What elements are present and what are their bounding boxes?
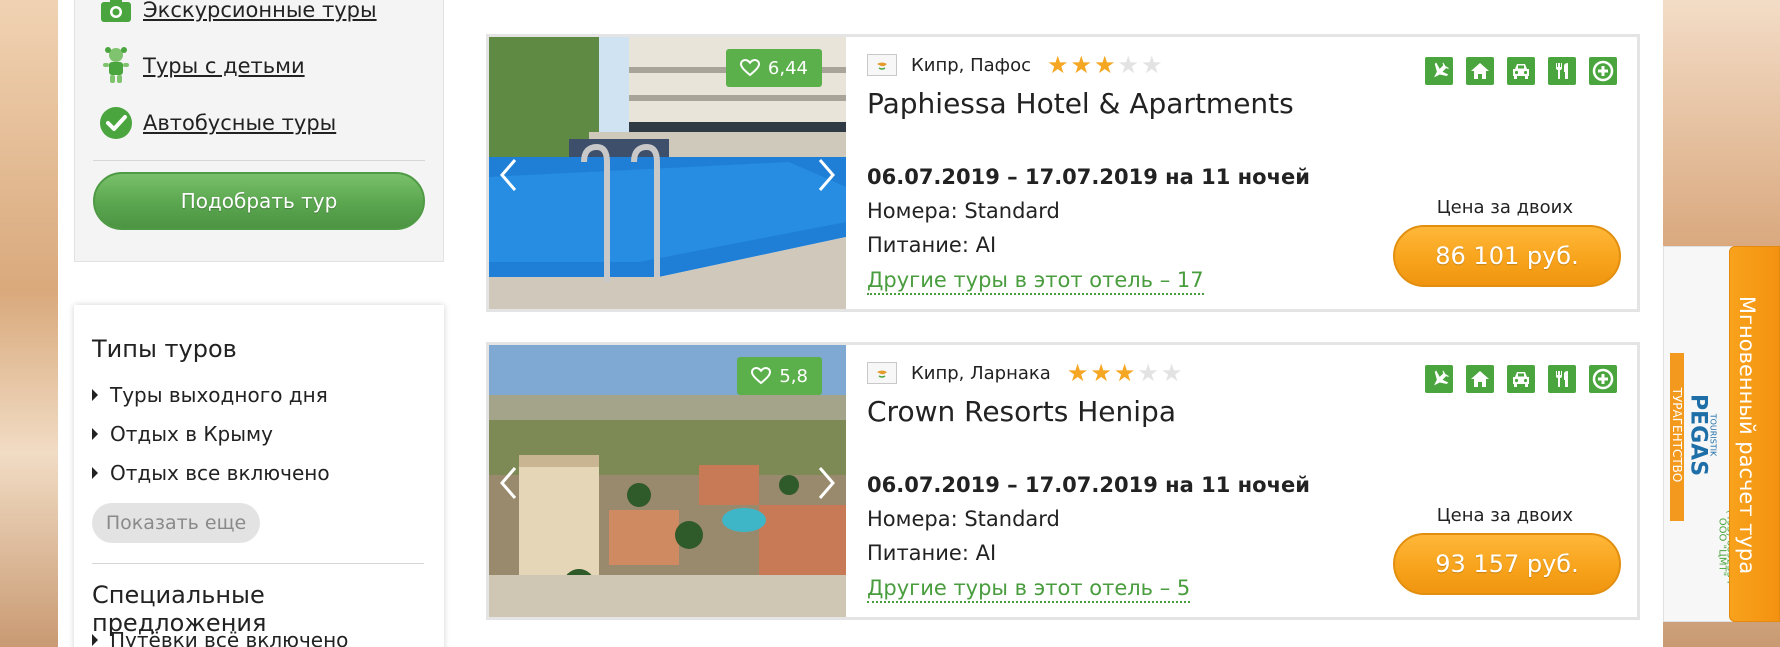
chevron-left-icon xyxy=(500,467,517,499)
meal-plan: Питание: AI xyxy=(867,233,997,257)
price-button[interactable]: 93 157 руб. xyxy=(1393,533,1621,595)
tour-types-box: Типы туров Туры выходного дня Отдых в Кр… xyxy=(74,305,444,647)
hotel-location: Кипр, Пафос ★ ★ ★ ★ ★ xyxy=(867,53,1163,77)
agency-banner: ТУРАГЕНТСТВО PEGAS TOURISTIK ООО "ЦМТ" (… xyxy=(1663,246,1736,622)
car-icon xyxy=(1507,57,1535,85)
meal-plan: Питание: AI xyxy=(867,541,997,565)
star-rating: ★ ★ ★ ★ ★ xyxy=(1067,361,1183,385)
tour-dates: 06.07.2019 – 17.07.2019 на 11 ночей xyxy=(867,473,1310,497)
triangle-icon xyxy=(92,389,98,401)
divider xyxy=(93,160,425,161)
hotel-info: Кипр, Пафос ★ ★ ★ ★ ★ Paphiessa Hotel & … xyxy=(867,37,1637,309)
hotel-card: 6,44 Кипр, Пафос ★ ★ ★ ★ ★ Paphiessa Hot… xyxy=(486,34,1640,312)
cyprus-flag-icon xyxy=(867,362,897,384)
price-label: Цена за двоих xyxy=(1436,197,1573,218)
hotel-photo[interactable]: 6,44 xyxy=(489,37,846,309)
rating-value: 5,8 xyxy=(779,365,808,387)
sidebar-item-label[interactable]: Автобусные туры xyxy=(143,111,336,135)
location-text: Кипр, Ларнака xyxy=(911,362,1051,384)
pick-tour-button[interactable]: Подобрать тур xyxy=(93,172,425,230)
cyprus-flag-icon xyxy=(867,54,897,76)
rating-value: 6,44 xyxy=(767,57,808,79)
star-icon: ★ xyxy=(1066,359,1089,387)
child-icon xyxy=(99,47,133,83)
tour-type-link[interactable]: Отдых все включено xyxy=(92,461,330,485)
amenity-icons xyxy=(1425,365,1617,393)
tour-type-link[interactable]: Отдых в Крыму xyxy=(92,422,273,446)
house-icon xyxy=(1466,365,1494,393)
camera-icon xyxy=(99,0,133,27)
heart-icon xyxy=(739,59,760,77)
divider xyxy=(92,563,424,564)
special-offer-link[interactable]: Путёвки всё включено xyxy=(92,628,348,647)
instant-calc-label: Мгновенный расчет тура xyxy=(1735,295,1759,575)
sidebar-item-kids[interactable]: Туры с детьми xyxy=(99,46,305,86)
tour-types-heading: Типы туров xyxy=(92,335,237,363)
plus-icon xyxy=(1589,365,1617,393)
hotel-info: Кипр, Ларнака ★ ★ ★ ★ ★ Crown Resorts He… xyxy=(867,345,1637,617)
star-icon: ★ xyxy=(1137,359,1159,387)
price-button[interactable]: 86 101 руб. xyxy=(1393,225,1621,287)
rating-badge[interactable]: 5,8 xyxy=(737,357,822,395)
chevron-right-icon xyxy=(818,159,835,191)
star-icon: ★ xyxy=(1160,359,1183,387)
star-rating: ★ ★ ★ ★ ★ xyxy=(1047,53,1163,77)
chevron-left-icon xyxy=(500,159,517,191)
next-photo-arrow[interactable] xyxy=(812,155,842,195)
tour-type-link[interactable]: Туры выходного дня xyxy=(92,383,328,407)
star-icon: ★ xyxy=(1070,51,1093,79)
instant-calc-tab[interactable]: Мгновенный расчет тура xyxy=(1729,246,1780,622)
tour-dates: 06.07.2019 – 17.07.2019 на 11 ночей xyxy=(867,165,1310,189)
chevron-right-icon xyxy=(818,467,835,499)
amenity-icons xyxy=(1425,57,1617,85)
hotel-card: 5,8 Кипр, Ларнака ★ ★ ★ ★ ★ Crown Resort… xyxy=(486,342,1640,620)
star-icon: ★ xyxy=(1141,51,1163,79)
show-more-button[interactable]: Показать еще xyxy=(92,503,260,543)
restaurant-icon xyxy=(1548,57,1576,85)
check-icon xyxy=(99,106,133,140)
hotel-name[interactable]: Paphiessa Hotel & Apartments xyxy=(867,87,1294,120)
other-tours-link[interactable]: Другие туры в этот отель – 5 xyxy=(867,575,1191,603)
prev-photo-arrow[interactable] xyxy=(493,463,523,503)
instant-calc-widget[interactable]: ТУРАГЕНТСТВО PEGAS TOURISTIK ООО "ЦМТ" (… xyxy=(1663,246,1780,622)
brand-subtitle: TOURISTIK xyxy=(1708,413,1718,457)
triangle-icon xyxy=(92,428,98,440)
plus-icon xyxy=(1589,57,1617,85)
heart-icon xyxy=(751,367,772,385)
page-content: Экскурсионные туры Туры с детьми Автобус… xyxy=(58,0,1663,647)
brand-logo: PEGAS xyxy=(1685,393,1711,477)
rating-badge[interactable]: 6,44 xyxy=(725,49,822,87)
house-icon xyxy=(1466,57,1494,85)
tour-categories-box: Экскурсионные туры Туры с детьми Автобус… xyxy=(74,0,444,262)
star-icon: ★ xyxy=(1117,51,1140,79)
plane-icon xyxy=(1425,57,1453,85)
star-icon: ★ xyxy=(1090,359,1112,387)
star-icon: ★ xyxy=(1046,51,1069,79)
location-text: Кипр, Пафос xyxy=(911,54,1031,76)
hotel-location: Кипр, Ларнака ★ ★ ★ ★ ★ xyxy=(867,361,1182,385)
restaurant-icon xyxy=(1548,365,1576,393)
prev-photo-arrow[interactable] xyxy=(493,155,523,195)
sidebar-item-label[interactable]: Экскурсионные туры xyxy=(143,0,377,22)
room-type: Номера: Standard xyxy=(867,199,1060,223)
triangle-icon xyxy=(92,634,98,646)
plane-icon xyxy=(1425,365,1453,393)
hotel-name[interactable]: Crown Resorts Henipa xyxy=(867,395,1176,428)
room-type: Номера: Standard xyxy=(867,507,1060,531)
other-tours-link[interactable]: Другие туры в этот отель – 17 xyxy=(867,267,1204,295)
background-left xyxy=(0,0,60,647)
next-photo-arrow[interactable] xyxy=(812,463,842,503)
star-icon: ★ xyxy=(1113,359,1136,387)
hotel-photo[interactable]: 5,8 xyxy=(489,345,846,617)
car-icon xyxy=(1507,365,1535,393)
star-icon: ★ xyxy=(1094,51,1116,79)
triangle-icon xyxy=(92,467,98,479)
agency-type-label: ТУРАГЕНТСТВО xyxy=(1670,387,1684,483)
sidebar-item-bus-tours[interactable]: Автобусные туры xyxy=(99,103,336,143)
sidebar-item-label[interactable]: Туры с детьми xyxy=(143,54,305,78)
price-label: Цена за двоих xyxy=(1436,505,1573,526)
sidebar-item-excursions[interactable]: Экскурсионные туры xyxy=(99,0,377,30)
